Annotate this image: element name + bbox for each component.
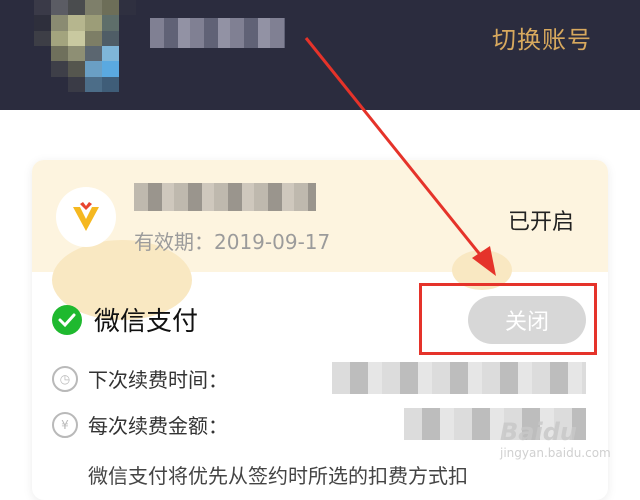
baidu-watermark: Baidu jingyan.baidu.com: [500, 418, 611, 460]
watermark-brand: Baidu: [500, 418, 577, 446]
watermark-sub: jingyan.baidu.com: [500, 446, 611, 460]
annotation-highlight-box: [419, 283, 597, 355]
